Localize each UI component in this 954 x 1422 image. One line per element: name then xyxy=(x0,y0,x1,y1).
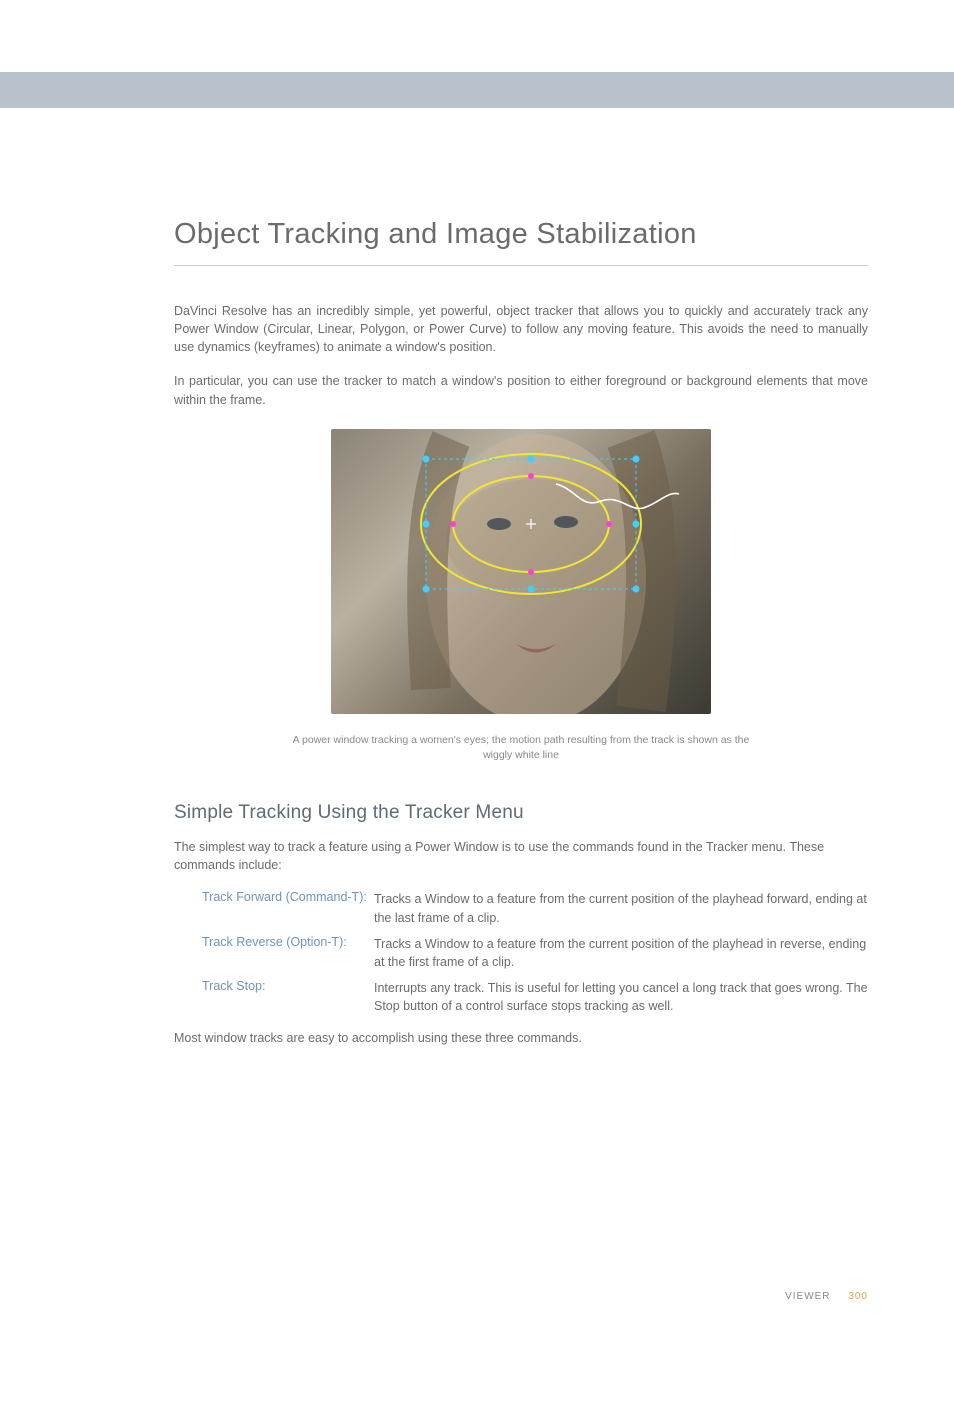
command-description: Tracks a Window to a feature from the cu… xyxy=(374,890,868,926)
intro-paragraph-1: DaVinci Resolve has an incredibly simple… xyxy=(174,302,868,356)
chapter-title: Object Tracking and Image Stabilization xyxy=(174,218,868,266)
footer-page-number: 300 xyxy=(848,1291,868,1302)
section-title: Simple Tracking Using the Tracker Menu xyxy=(174,802,868,824)
header-color-bar xyxy=(0,72,954,108)
tracking-overlay-icon xyxy=(331,429,711,714)
command-term: Track Forward (Command-T): xyxy=(174,890,374,926)
command-term: Track Reverse (Option-T): xyxy=(174,935,374,971)
command-row: Track Forward (Command-T): Tracks a Wind… xyxy=(174,890,868,926)
command-list: Track Forward (Command-T): Tracks a Wind… xyxy=(174,890,868,1015)
command-description: Interrupts any track. This is useful for… xyxy=(374,979,868,1015)
command-row: Track Reverse (Option-T): Tracks a Windo… xyxy=(174,935,868,971)
command-term: Track Stop: xyxy=(174,979,374,1015)
page-content: Object Tracking and Image Stabilization … xyxy=(0,108,954,1047)
intro-paragraph-2: In particular, you can use the tracker t… xyxy=(174,372,868,408)
figure-caption: A power window tracking a women's eyes; … xyxy=(291,733,751,765)
figure-wrap xyxy=(174,429,868,719)
command-description: Tracks a Window to a feature from the cu… xyxy=(374,935,868,971)
section-intro: The simplest way to track a feature usin… xyxy=(174,838,868,874)
footer-section-label: VIEWER xyxy=(785,1291,830,1302)
section-outro: Most window tracks are easy to accomplis… xyxy=(174,1029,868,1047)
page-footer: VIEWER 300 xyxy=(785,1291,868,1302)
figure-image xyxy=(331,429,711,714)
command-row: Track Stop: Interrupts any track. This i… xyxy=(174,979,868,1015)
